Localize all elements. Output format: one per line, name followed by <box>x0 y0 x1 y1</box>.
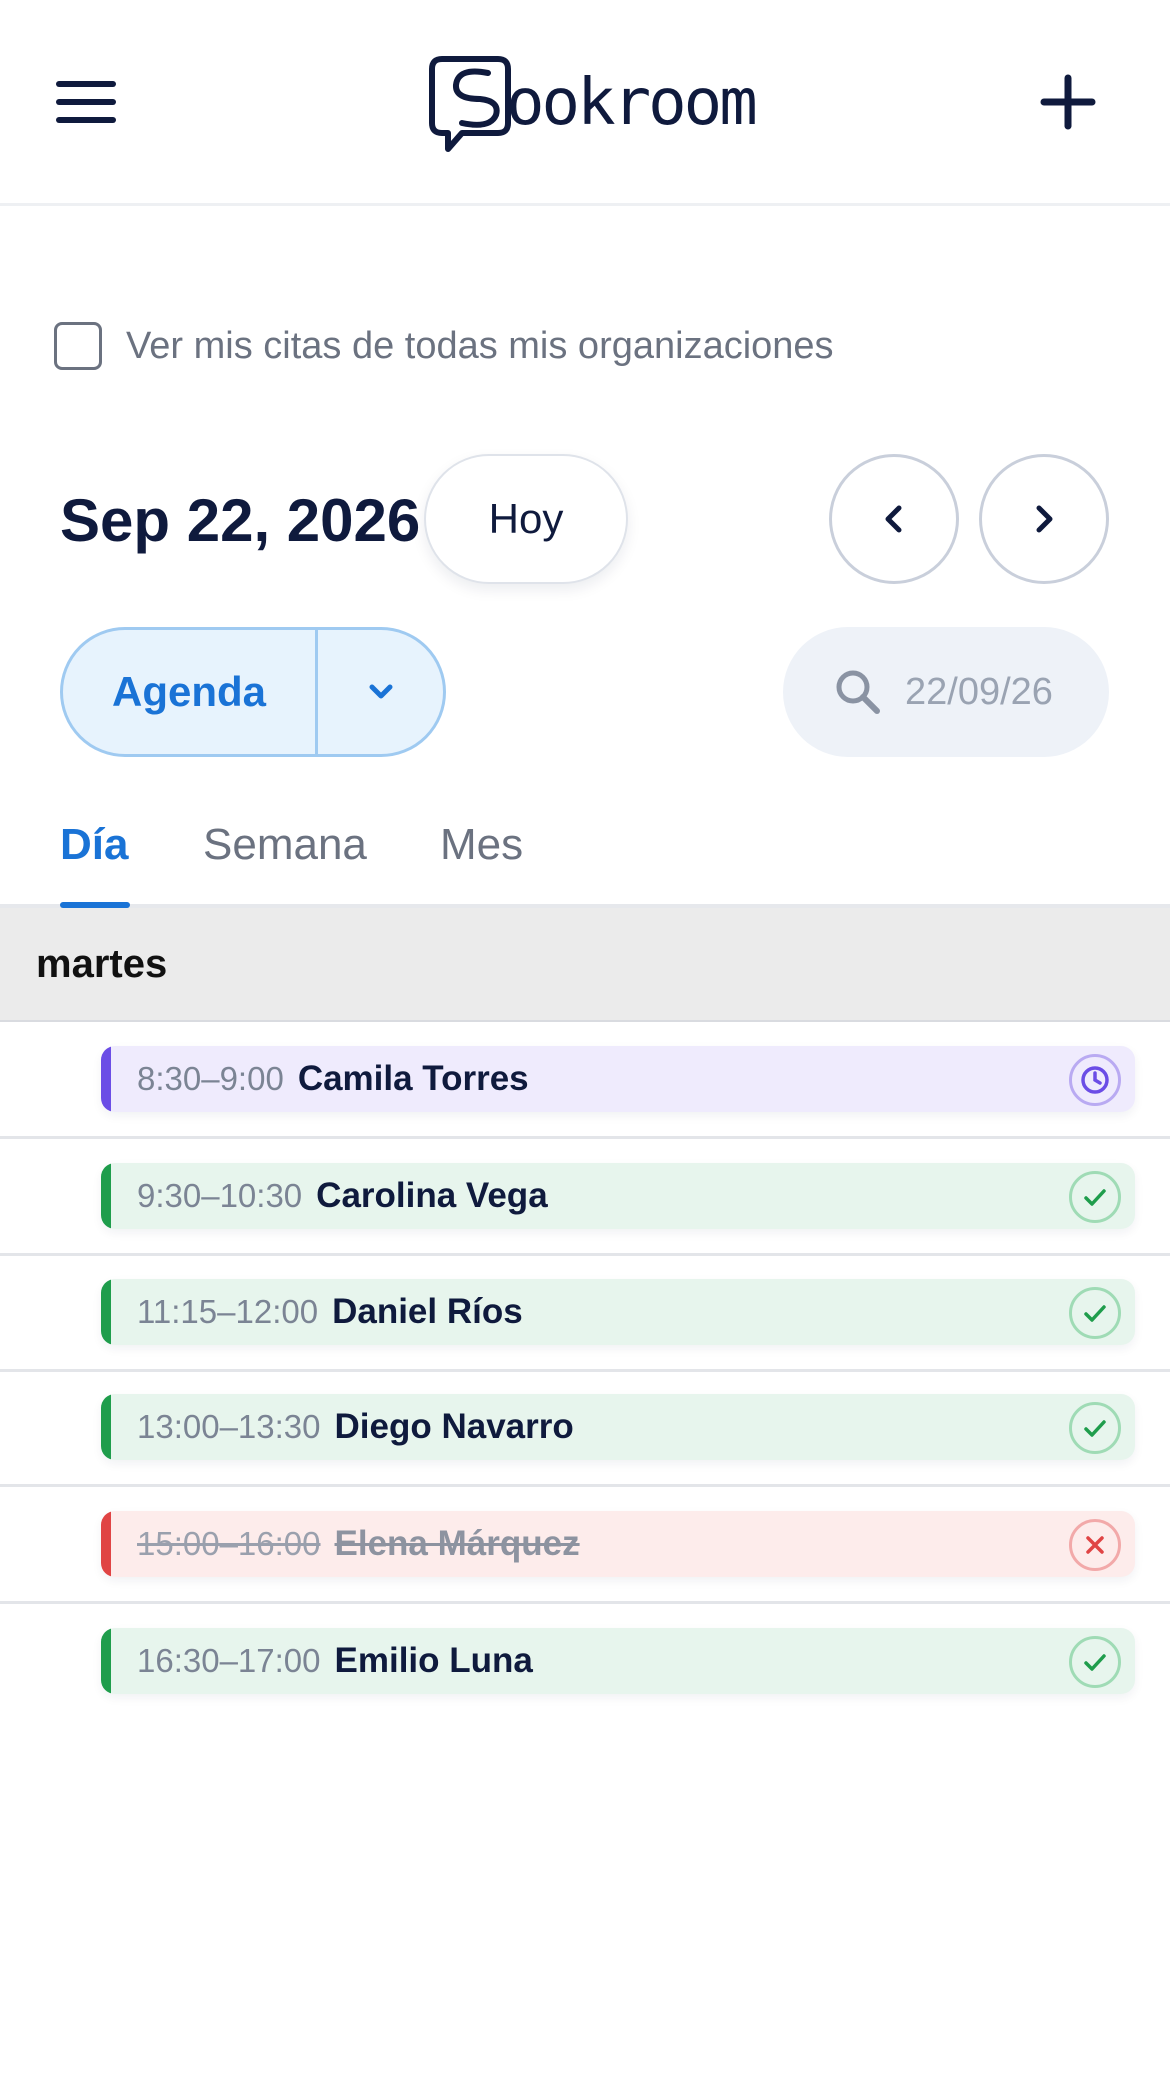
menu-button[interactable] <box>56 62 146 142</box>
tab-month[interactable]: Mes <box>440 820 523 870</box>
appointment-row: 15:00–16:00 Elena Márquez <box>0 1487 1170 1604</box>
appointment-client-name: Emilio Luna <box>334 1641 533 1680</box>
app-logo[interactable]: ookroom <box>428 48 758 158</box>
appointment-time: 9:30–10:30 <box>137 1177 303 1214</box>
check-icon <box>1069 1287 1121 1339</box>
add-appointment-button[interactable] <box>1036 62 1100 142</box>
appointment-client-name: Carolina Vega <box>316 1176 548 1215</box>
appointment-row: 8:30–9:00 Camila Torres <box>0 1022 1170 1139</box>
view-dropdown-toggle[interactable] <box>318 630 443 754</box>
date-search-input[interactable] <box>905 670 1105 714</box>
hamburger-icon <box>56 81 116 87</box>
hamburger-icon-line <box>56 99 116 105</box>
chevron-right-icon <box>1036 505 1053 533</box>
date-search-box[interactable] <box>783 627 1109 757</box>
appointment-card[interactable]: 15:00–16:00 Elena Márquez <box>101 1511 1135 1577</box>
current-date-title: Sep 22, 2026 <box>60 487 421 554</box>
appointment-time: 15:00–16:00 <box>137 1525 321 1562</box>
hamburger-icon-line <box>56 117 116 123</box>
check-icon <box>1069 1171 1121 1223</box>
previous-day-button[interactable] <box>829 454 959 584</box>
all-organizations-filter[interactable]: Ver mis citas de todas mis organizacione… <box>54 322 834 370</box>
next-day-button[interactable] <box>979 454 1109 584</box>
appointment-row: 13:00–13:30 Diego Navarro <box>0 1370 1170 1487</box>
check-icon <box>1069 1636 1121 1688</box>
x-icon <box>1069 1519 1121 1571</box>
view-selector-button[interactable]: Agenda <box>63 630 315 754</box>
chevron-left-icon <box>885 505 902 533</box>
appointment-time: 16:30–17:00 <box>137 1642 321 1679</box>
appointment-card[interactable]: 9:30–10:30 Carolina Vega <box>101 1163 1135 1229</box>
appointment-row: 16:30–17:00 Emilio Luna <box>0 1604 1170 1721</box>
appointment-card[interactable]: 8:30–9:00 Camila Torres <box>101 1046 1135 1112</box>
today-button[interactable]: Hoy <box>424 454 628 584</box>
appointment-time: 8:30–9:00 <box>137 1060 284 1097</box>
app-header: ookroom <box>0 0 1170 206</box>
all-organizations-label: Ver mis citas de todas mis organizacione… <box>126 324 834 367</box>
chevron-down-icon <box>369 684 392 699</box>
appointment-time: 11:15–12:00 <box>137 1293 319 1330</box>
day-group-header: martes <box>0 908 1170 1022</box>
tab-day[interactable]: Día <box>60 820 128 870</box>
appointment-card[interactable]: 13:00–13:30 Diego Navarro <box>101 1394 1135 1460</box>
logo-mark-icon <box>429 56 511 152</box>
appointment-time: 13:00–13:30 <box>137 1408 321 1445</box>
period-tabs: Día Semana Mes <box>0 808 1170 908</box>
appointment-client-name: Daniel Ríos <box>332 1292 523 1331</box>
appointment-card[interactable]: 11:15–12:00 Daniel Ríos <box>101 1279 1135 1345</box>
logo-text: ookroom <box>506 66 758 140</box>
all-organizations-checkbox[interactable] <box>54 322 102 370</box>
search-icon <box>836 670 880 714</box>
view-selector: Agenda <box>60 627 446 757</box>
check-icon <box>1069 1402 1121 1454</box>
tab-week[interactable]: Semana <box>203 820 367 870</box>
appointment-client-name: Camila Torres <box>297 1059 529 1098</box>
appointment-client-name: Diego Navarro <box>334 1407 574 1446</box>
appointment-row: 9:30–10:30 Carolina Vega <box>0 1139 1170 1256</box>
clock-icon <box>1069 1054 1121 1106</box>
appointment-client-name: Elena Márquez <box>334 1524 580 1563</box>
plus-icon <box>1040 74 1096 130</box>
appointment-row: 11:15–12:00 Daniel Ríos <box>0 1255 1170 1372</box>
appointment-card[interactable]: 16:30–17:00 Emilio Luna <box>101 1628 1135 1694</box>
